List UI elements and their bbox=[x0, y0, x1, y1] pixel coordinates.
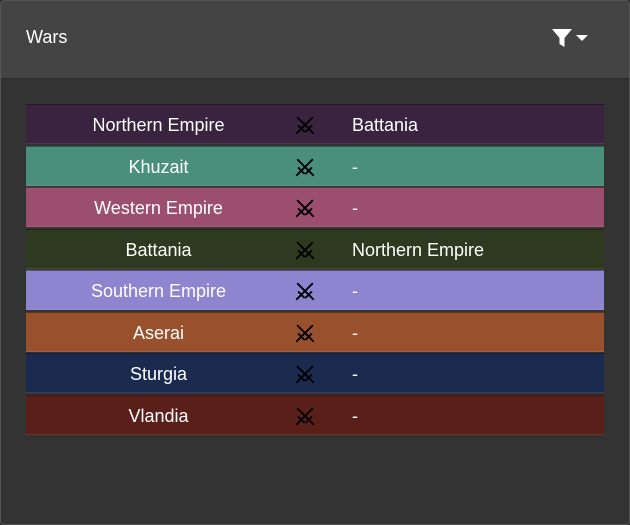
crossed-swords-icon bbox=[294, 197, 316, 219]
crossed-swords-icon bbox=[294, 322, 316, 344]
enemy-faction-name: - bbox=[352, 281, 358, 301]
faction-name: Northern Empire bbox=[92, 115, 225, 135]
enemy-faction-name: - bbox=[352, 156, 358, 177]
faction-name: Khuzait bbox=[128, 156, 189, 177]
war-row[interactable]: Vlandia - bbox=[26, 394, 604, 435]
enemy-faction-name: Northern Empire bbox=[352, 239, 485, 260]
war-row[interactable]: Southern Empire - bbox=[26, 270, 604, 310]
war-row[interactable]: Battania Northern Empire bbox=[26, 228, 604, 269]
crossed-swords-icon bbox=[294, 405, 316, 427]
enemy-faction-name: Battania bbox=[352, 115, 419, 135]
faction-name: Southern Empire bbox=[90, 281, 227, 301]
faction-name: Battania bbox=[125, 239, 192, 260]
panel-header: Wars bbox=[1, 1, 629, 79]
crossed-swords-icon bbox=[294, 363, 316, 385]
faction-name: Vlandia bbox=[128, 405, 189, 426]
crossed-swords-icon bbox=[294, 114, 316, 136]
war-row[interactable]: Aserai - bbox=[26, 311, 604, 352]
crossed-swords-icon bbox=[294, 156, 316, 178]
faction-name: Aserai bbox=[132, 322, 185, 343]
crossed-swords-icon bbox=[294, 280, 316, 302]
enemy-faction-name: - bbox=[352, 405, 358, 426]
filter-icon bbox=[552, 29, 572, 47]
enemy-faction-name: - bbox=[352, 198, 358, 218]
wars-list: Northern Empire Battania Khuzait - Western E… bbox=[26, 104, 604, 436]
war-row[interactable]: Western Empire - bbox=[26, 187, 604, 227]
wars-panel: Wars Northern Empire Battania Khuzait - West… bbox=[0, 0, 630, 525]
caret-down-icon bbox=[576, 35, 588, 41]
faction-name: Sturgia bbox=[129, 364, 188, 384]
faction-name: Western Empire bbox=[94, 198, 223, 218]
enemy-faction-name: - bbox=[352, 364, 358, 384]
war-row[interactable]: Northern Empire Battania bbox=[26, 104, 604, 144]
filter-dropdown-button[interactable] bbox=[551, 27, 591, 53]
war-row[interactable]: Khuzait - bbox=[26, 145, 604, 186]
enemy-faction-name: - bbox=[352, 322, 358, 343]
war-row[interactable]: Sturgia - bbox=[26, 353, 604, 393]
crossed-swords-icon bbox=[294, 239, 316, 261]
panel-title: Wars bbox=[26, 27, 68, 47]
